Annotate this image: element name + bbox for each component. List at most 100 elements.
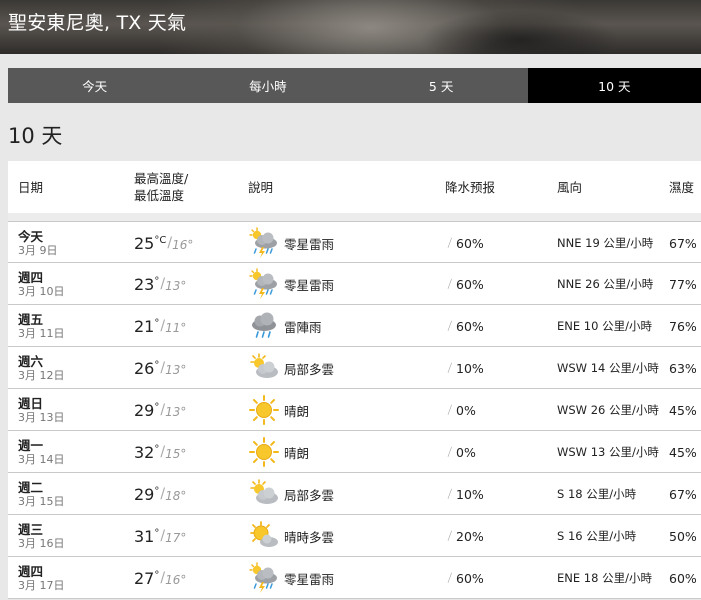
day-cell: 週一 3月 14日 (18, 431, 65, 473)
table-header: 日期 最高溫度/ 最低溫度 說明 降水预报 風向 濕度 (8, 161, 701, 213)
high-temp-unit: ° (154, 443, 160, 455)
precip-cell: 60% (447, 263, 484, 305)
precip-cell: 0% (447, 431, 476, 473)
day-label: 週六 (18, 353, 44, 369)
tab-10-day[interactable]: 10 天 (527, 68, 701, 103)
table-row[interactable]: 週一 3月 14日 32 °/15° 晴朗 0% WSW 13 公里/小時 45% (8, 431, 701, 473)
table-row[interactable]: 週六 3月 12日 26 °/13° 局部多雲 10% WSW 14 公里/小時 63% (8, 347, 701, 389)
table-row[interactable]: 週日 3月 13日 29 °/13° 晴朗 0% WSW 26 公里/小時 45% (8, 389, 701, 431)
day-label: 週四 (18, 563, 44, 579)
temp-cell: 21 °/11° (134, 305, 186, 347)
table-row[interactable]: 週五 3月 11日 21 °/11° 雷陣雨 60% ENE 10 公里/小時 76% (8, 305, 701, 347)
temp-cell: 27 °/16° (134, 557, 186, 599)
thunderstorm-icon (248, 562, 280, 594)
weather-description: 晴朗 (284, 403, 310, 419)
humidity-value: 67% (669, 235, 697, 251)
date-label: 3月 12日 (18, 368, 65, 382)
weather-description: 局部多雲 (284, 487, 335, 503)
wind-value: WSW 26 公里/小時 (557, 403, 659, 417)
header-banner: 聖安東尼奧, TX 天氣 (0, 0, 701, 54)
header-precip: 降水预报 (445, 179, 496, 195)
wind-value: S 16 公里/小時 (557, 529, 637, 543)
precip-chance: 10% (456, 360, 484, 376)
low-temp: 16° (165, 573, 187, 587)
high-temp: 21 (134, 316, 155, 336)
high-temp: 23 (134, 274, 155, 294)
high-temp-unit: ° (154, 317, 160, 329)
table-row[interactable]: 週四 3月 10日 23 °/13° 零星雷雨 60% NNE 26 公里/小時 77% (8, 263, 701, 305)
high-temp: 25 (134, 233, 155, 253)
raindrop-icon (447, 445, 456, 460)
high-temp-unit: ° (154, 275, 160, 287)
date-label: 3月 13日 (18, 410, 65, 424)
high-temp-unit: ° (154, 359, 160, 371)
table-row[interactable]: 週三 3月 16日 31 °/17° 晴時多雲 20% S 16 公里/小時 50% (8, 515, 701, 557)
table-row[interactable]: 週二 3月 15日 29 °/18° 局部多雲 10% S 18 公里/小時 67% (8, 473, 701, 515)
humidity-value: 45% (669, 444, 697, 460)
wind-value: NNE 26 公里/小時 (557, 277, 654, 291)
low-temp: 16° (172, 238, 194, 252)
day-label: 週四 (18, 269, 44, 285)
high-temp: 29 (134, 400, 155, 420)
humidity-value: 67% (669, 486, 697, 502)
humidity-value: 76% (669, 318, 697, 334)
weather-description: 局部多雲 (284, 361, 335, 377)
header-humidity: 濕度 (669, 179, 695, 195)
raindrop-icon (447, 236, 456, 251)
date-label: 3月 14日 (18, 452, 65, 466)
temp-cell: 29 °/18° (134, 473, 186, 515)
partly-cloudy-icon (248, 352, 280, 384)
day-label: 週一 (18, 437, 44, 453)
humidity-value: 60% (669, 570, 697, 586)
low-temp: 15° (165, 447, 187, 461)
wind-value: WSW 13 公里/小時 (557, 445, 659, 459)
date-label: 3月 17日 (18, 578, 65, 592)
high-temp-unit: ° (154, 569, 160, 581)
day-cell: 週六 3月 12日 (18, 347, 65, 389)
tab-today[interactable]: 今天 (8, 68, 181, 103)
temp-cell: 32 °/15° (134, 431, 186, 473)
page-title: 聖安東尼奧, TX 天氣 (8, 12, 187, 34)
date-label: 3月 16日 (18, 536, 65, 550)
raindrop-icon (447, 487, 456, 502)
header-temp-low: 最低溫度 (134, 188, 185, 203)
high-temp-unit: ° (154, 485, 160, 497)
precip-cell: 60% (447, 222, 484, 264)
forecast-rows: 今天 3月 9日 25 °C/16° 零星雷雨 60% NNE 19 公里/小時 67% 週四 3… (8, 221, 701, 599)
precip-chance: 60% (456, 318, 484, 334)
weather-description: 零星雷雨 (284, 277, 335, 293)
wind-value: ENE 10 公里/小時 (557, 319, 652, 333)
humidity-value: 63% (669, 360, 697, 376)
precip-chance: 20% (456, 528, 484, 544)
wind-value: S 18 公里/小時 (557, 487, 637, 501)
table-row[interactable]: 週四 3月 17日 27 °/16° 零星雷雨 60% ENE 18 公里/小時 60% (8, 557, 701, 599)
day-label: 今天 (18, 228, 44, 244)
tab-hourly[interactable]: 每小時 (181, 68, 354, 103)
precip-chance: 60% (456, 235, 484, 251)
date-label: 3月 15日 (18, 494, 65, 508)
precip-cell: 60% (447, 305, 484, 347)
wind-value: WSW 14 公里/小時 (557, 361, 659, 375)
day-cell: 今天 3月 9日 (18, 222, 58, 264)
precip-cell: 0% (447, 389, 476, 431)
humidity-value: 45% (669, 402, 697, 418)
raindrop-icon (447, 529, 456, 544)
day-cell: 週日 3月 13日 (18, 389, 65, 431)
date-label: 3月 11日 (18, 326, 65, 340)
header-description: 說明 (248, 179, 274, 195)
header-temp: 最高溫度/ 最低溫度 (134, 161, 188, 213)
raindrop-icon (447, 403, 456, 418)
header-wind: 風向 (557, 179, 583, 195)
day-cell: 週四 3月 10日 (18, 263, 65, 305)
thunderstorm-icon (248, 268, 280, 300)
table-row[interactable]: 今天 3月 9日 25 °C/16° 零星雷雨 60% NNE 19 公里/小時 67% (8, 221, 701, 263)
low-temp: 11° (165, 321, 187, 335)
raindrop-icon (447, 319, 456, 334)
day-label: 週日 (18, 395, 44, 411)
tab-5-day[interactable]: 5 天 (355, 68, 528, 103)
high-temp-unit: °C (154, 234, 167, 246)
precip-chance: 60% (456, 276, 484, 292)
low-temp: 18° (165, 489, 187, 503)
partly-cloudy-icon (248, 478, 280, 510)
wind-value: ENE 18 公里/小時 (557, 571, 652, 585)
